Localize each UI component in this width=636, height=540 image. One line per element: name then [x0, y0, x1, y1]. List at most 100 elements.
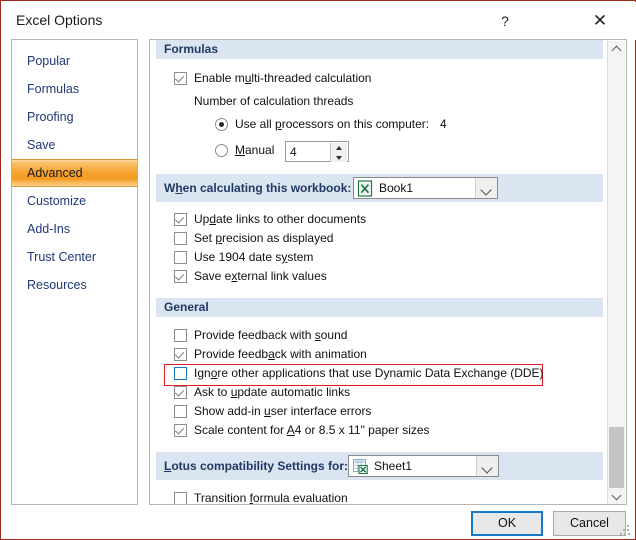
- resize-grip[interactable]: [620, 525, 630, 535]
- content-scroll-area: Formulas Enable multi-threaded calculati…: [150, 40, 609, 504]
- section-header-when-calculating: When calculating this workbook: Book1: [156, 174, 603, 202]
- enable-multithreaded-label: Enable multi-threaded calculation: [194, 71, 371, 85]
- stepper-up-icon[interactable]: [331, 143, 347, 152]
- general-label-1: Provide feedback with animation: [194, 347, 367, 361]
- manual-label: Manual: [235, 143, 274, 157]
- manual-threads-value: 4: [290, 145, 297, 159]
- lotus-label: Lotus compatibility Settings for:: [164, 459, 348, 473]
- sidebar-item-label: Trust Center: [27, 250, 96, 264]
- ok-button[interactable]: OK: [471, 511, 543, 536]
- lotus-checkbox-list: Transition formula evaluationTransition …: [150, 490, 609, 504]
- scroll-up-icon[interactable]: [608, 41, 625, 58]
- sidebar-item-resources[interactable]: Resources: [12, 271, 137, 299]
- when-calculating-checkbox-2[interactable]: [174, 251, 187, 264]
- checkbox-row-provide-feedback-with-sound[interactable]: Provide feedback with sound: [150, 327, 609, 346]
- when-calculating-label-2: Use 1904 date system: [194, 250, 313, 264]
- sidebar-item-save[interactable]: Save: [12, 131, 137, 159]
- excel-worksheet-icon: [352, 458, 369, 475]
- general-label-5: Scale content for A4 or 8.5 x 11" paper …: [194, 423, 430, 437]
- section-header-formulas-label: Formulas: [164, 42, 218, 56]
- checkbox-row-use-1904-date-system[interactable]: Use 1904 date system: [150, 249, 609, 268]
- scroll-down-icon[interactable]: [608, 488, 625, 505]
- chevron-down-icon-lotus[interactable]: [476, 456, 498, 476]
- worksheet-combobox-value: Sheet1: [374, 459, 412, 473]
- workbook-combobox-value: Book1: [379, 181, 413, 195]
- title-bar: Excel Options ? ✕: [2, 2, 636, 40]
- stepper-buttons: [330, 143, 347, 162]
- when-calculating-checkbox-1[interactable]: [174, 232, 187, 245]
- sidebar-item-trust-center[interactable]: Trust Center: [12, 243, 137, 271]
- checkbox-row-transition-formula-evaluation[interactable]: Transition formula evaluation: [150, 490, 609, 504]
- checkbox-row-update-links-to-other-documents[interactable]: Update links to other documents: [150, 211, 609, 230]
- sidebar-item-formulas[interactable]: Formulas: [12, 75, 137, 103]
- general-label-0: Provide feedback with sound: [194, 328, 347, 342]
- chevron-down-icon[interactable]: [475, 178, 497, 198]
- general-checkbox-4[interactable]: [174, 405, 187, 418]
- checkbox-row-show-add-in-user-interface-errors[interactable]: Show add-in user interface errors: [150, 403, 609, 422]
- options-content-panel: Formulas Enable multi-threaded calculati…: [149, 39, 627, 505]
- scrollbar-thumb[interactable]: [609, 427, 624, 491]
- section-header-lotus: Lotus compatibility Settings for: Sh: [156, 452, 603, 480]
- when-calculating-checkbox-list: Update links to other documents Set preci…: [150, 211, 609, 287]
- threads-caption-label: Number of calculation threads: [194, 94, 353, 108]
- close-icon[interactable]: ✕: [585, 8, 615, 34]
- worksheet-combobox[interactable]: Sheet1: [348, 455, 499, 477]
- cancel-button[interactable]: Cancel: [553, 511, 626, 536]
- sidebar-item-label: Proofing: [27, 110, 74, 124]
- workbook-combobox[interactable]: Book1: [353, 177, 498, 199]
- general-label-3: Ask to update automatic links: [194, 385, 350, 399]
- when-calculating-label-0: Update links to other documents: [194, 212, 366, 226]
- checkbox-row-provide-feedback-with-animation[interactable]: Provide feedback with animation: [150, 346, 609, 365]
- threads-caption-row: Number of calculation threads: [150, 93, 609, 112]
- sidebar-item-label: Save: [27, 138, 56, 152]
- when-calculating-checkbox-0[interactable]: [174, 213, 187, 226]
- sidebar-item-label: Formulas: [27, 82, 79, 96]
- sidebar-item-popular[interactable]: Popular: [12, 47, 137, 75]
- excel-workbook-icon: [357, 180, 374, 197]
- general-checkbox-1[interactable]: [174, 348, 187, 361]
- checkbox-row-save-external-link-values[interactable]: Save external link values: [150, 268, 609, 287]
- manual-radio[interactable]: [215, 144, 228, 157]
- general-checkbox-list: Provide feedback with sound Provide feedb…: [150, 327, 609, 441]
- checkbox-row-scale-content-for-a4-or-8-5-x-11-paper-siz[interactable]: Scale content for A4 or 8.5 x 11" paper …: [150, 422, 609, 441]
- section-header-general-label: General: [164, 300, 209, 314]
- processor-count-value: 4: [440, 117, 447, 131]
- general-checkbox-5[interactable]: [174, 424, 187, 437]
- section-header-formulas: Formulas: [156, 40, 603, 59]
- sidebar-item-label: Customize: [27, 194, 86, 208]
- checkbox-row-set-precision-as-displayed[interactable]: Set precision as displayed: [150, 230, 609, 249]
- checkbox-row-ignore-other-applications-that-use-dynamic[interactable]: Ignore other applications that use Dynam…: [150, 365, 609, 384]
- radio-row-use-all-processors[interactable]: Use all processors on this computer: 4: [150, 116, 609, 135]
- general-label-4: Show add-in user interface errors: [194, 404, 371, 418]
- sidebar-item-label: Popular: [27, 54, 70, 68]
- lotus-label-0: Transition formula evaluation: [194, 491, 348, 504]
- when-calculating-label-3: Save external link values: [194, 269, 327, 283]
- sidebar-item-proofing[interactable]: Proofing: [12, 103, 137, 131]
- when-calculating-checkbox-3[interactable]: [174, 270, 187, 283]
- checkbox-row-enable-multithreaded[interactable]: Enable multi-threaded calculation: [150, 70, 609, 89]
- help-icon[interactable]: ?: [490, 8, 520, 34]
- sidebar-item-advanced[interactable]: Advanced: [12, 159, 137, 187]
- radio-row-manual[interactable]: Manual 4: [150, 140, 609, 164]
- sidebar-item-label: Add-Ins: [27, 222, 70, 236]
- section-header-general: General: [156, 298, 603, 317]
- window-title: Excel Options: [16, 12, 102, 28]
- general-label-2: Ignore other applications that use Dynam…: [194, 366, 544, 380]
- use-all-processors-radio[interactable]: [215, 118, 228, 131]
- sidebar-nav: Popular Formulas Proofing Save Advanced Custo…: [11, 39, 138, 505]
- general-checkbox-2[interactable]: [174, 367, 187, 380]
- sidebar-item-customize[interactable]: Customize: [12, 187, 137, 215]
- general-checkbox-3[interactable]: [174, 386, 187, 399]
- sidebar-item-label: Resources: [27, 278, 87, 292]
- enable-multithreaded-checkbox[interactable]: [174, 72, 187, 85]
- sidebar-item-add-ins[interactable]: Add-Ins: [12, 215, 137, 243]
- excel-options-dialog: Excel Options ? ✕ Popular Formulas Proofin…: [0, 0, 636, 540]
- content-scrollbar[interactable]: [607, 41, 625, 505]
- manual-threads-stepper[interactable]: 4: [285, 141, 349, 162]
- content-clip: Formulas Enable multi-threaded calculati…: [150, 40, 609, 504]
- general-checkbox-0[interactable]: [174, 329, 187, 342]
- lotus-checkbox-0[interactable]: [174, 492, 187, 504]
- stepper-down-icon[interactable]: [331, 153, 347, 162]
- checkbox-row-ask-to-update-automatic-links[interactable]: Ask to update automatic links: [150, 384, 609, 403]
- when-calculating-label: When calculating this workbook:: [164, 181, 351, 195]
